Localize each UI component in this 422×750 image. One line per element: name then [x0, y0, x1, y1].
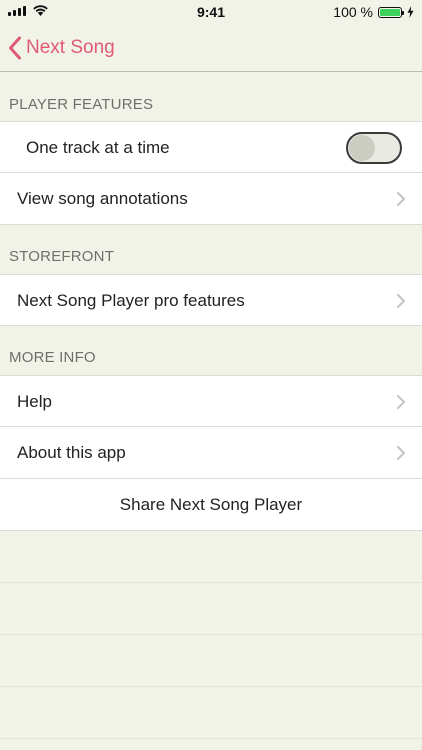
one-track-toggle[interactable] — [346, 132, 402, 164]
row-label: About this app — [17, 443, 126, 462]
empty-row-separator — [0, 686, 422, 687]
chevron-left-icon — [9, 36, 21, 60]
empty-row-separator — [0, 634, 422, 635]
battery-icon — [378, 6, 404, 18]
back-button-label: Next Song — [26, 37, 115, 58]
section-title: MORE INFO — [9, 349, 96, 366]
row-about-this-app[interactable]: About this app — [0, 427, 422, 479]
empty-row-separator — [0, 582, 422, 583]
back-button[interactable]: Next Song — [8, 33, 115, 63]
empty-row-separator — [0, 738, 422, 739]
section-header-player-features: PLAYER FEATURES — [0, 72, 422, 122]
status-right: 100 % — [333, 4, 414, 20]
charging-bolt-icon — [407, 6, 414, 18]
chevron-right-icon — [397, 395, 405, 409]
status-bar: 9:41 100 % — [0, 0, 422, 24]
share-button[interactable]: Share Next Song Player — [0, 479, 422, 531]
battery-fill — [380, 8, 400, 16]
navigation-bar: Next Song — [0, 24, 422, 72]
battery-percentage: 100 % — [333, 4, 373, 20]
row-help[interactable]: Help — [0, 375, 422, 427]
toggle-knob — [349, 135, 375, 161]
row-one-track-at-a-time: One track at a time — [0, 121, 422, 173]
chevron-right-icon — [397, 294, 405, 308]
row-label: Next Song Player pro features — [17, 291, 245, 310]
chevron-right-icon — [397, 192, 405, 206]
row-pro-features[interactable]: Next Song Player pro features — [0, 274, 422, 326]
row-view-song-annotations[interactable]: View song annotations — [0, 173, 422, 225]
chevron-right-icon — [397, 446, 405, 460]
section-header-storefront: STOREFRONT — [0, 224, 422, 274]
section-header-more-info: MORE INFO — [0, 325, 422, 375]
section-title: PLAYER FEATURES — [9, 96, 154, 113]
share-button-label: Share Next Song Player — [119, 495, 303, 514]
row-label: One track at a time — [26, 138, 170, 157]
section-title: STOREFRONT — [9, 248, 115, 265]
row-label: Help — [17, 392, 52, 411]
row-label: View song annotations — [17, 189, 188, 208]
